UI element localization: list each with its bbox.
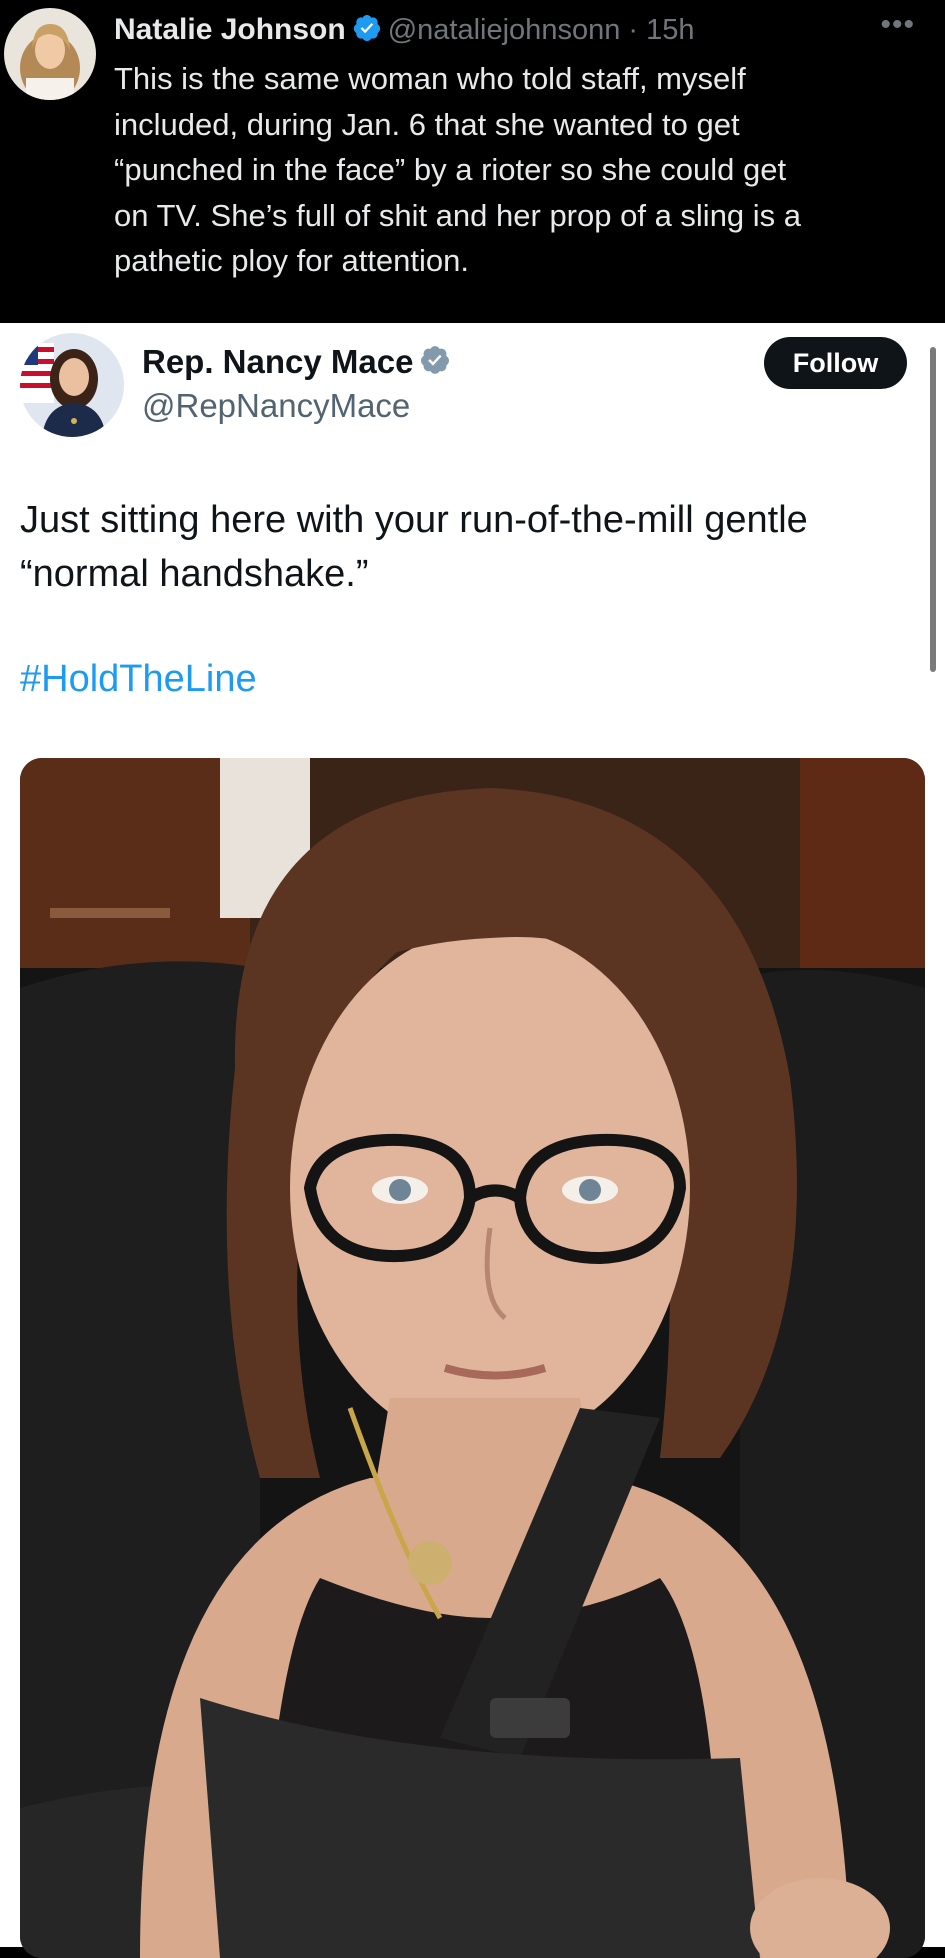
text-line: “normal handshake.” <box>20 553 369 595</box>
verified-badge-icon <box>352 13 382 48</box>
text-line: included, during Jan. 6 that she wanted … <box>114 106 740 142</box>
nancy-mace-avatar[interactable] <box>20 333 124 437</box>
text-line: This is the same woman who told staff, m… <box>114 61 746 96</box>
natalie-johnson-avatar[interactable] <box>4 8 96 100</box>
more-horizontal-icon[interactable]: ••• <box>880 8 915 42</box>
follow-button[interactable]: Follow <box>764 337 907 389</box>
hashtag-link[interactable]: #HoldTheLine <box>20 658 257 701</box>
scrollbar[interactable] <box>930 347 936 672</box>
author-name[interactable]: Rep. Nancy Mace <box>142 343 413 381</box>
author-handle[interactable]: @RepNancyMace <box>142 387 410 425</box>
author-name-row: Rep. Nancy Mace <box>142 341 457 383</box>
text-line: pathetic ploy for attention. <box>114 243 470 278</box>
author-name[interactable]: Natalie Johnson <box>114 13 346 47</box>
quoted-tweet: Natalie Johnson @nataliejohnsonn · 15h •… <box>0 0 945 323</box>
text-line: on TV. She’s full of shit and her prop o… <box>114 197 802 233</box>
tweet-photo[interactable] <box>20 758 925 1958</box>
quoted-tweet-header: Natalie Johnson @nataliejohnsonn · 15h <box>114 6 915 54</box>
embedded-tweet: Rep. Nancy Mace @RepNancyMace Follow Jus… <box>0 323 945 1958</box>
quoted-tweet-text: This is the same woman who told staff, m… <box>114 56 914 284</box>
handle-and-timestamp: @nataliejohnsonn · 15h <box>387 13 695 46</box>
text-line: Just sitting here with your run-of-the-m… <box>20 499 808 541</box>
government-verified-badge-icon <box>419 344 451 381</box>
tweet-text: Just sitting here with your run-of-the-m… <box>20 493 900 601</box>
text-line: “punched in the face” by a rioter so she… <box>114 152 787 187</box>
